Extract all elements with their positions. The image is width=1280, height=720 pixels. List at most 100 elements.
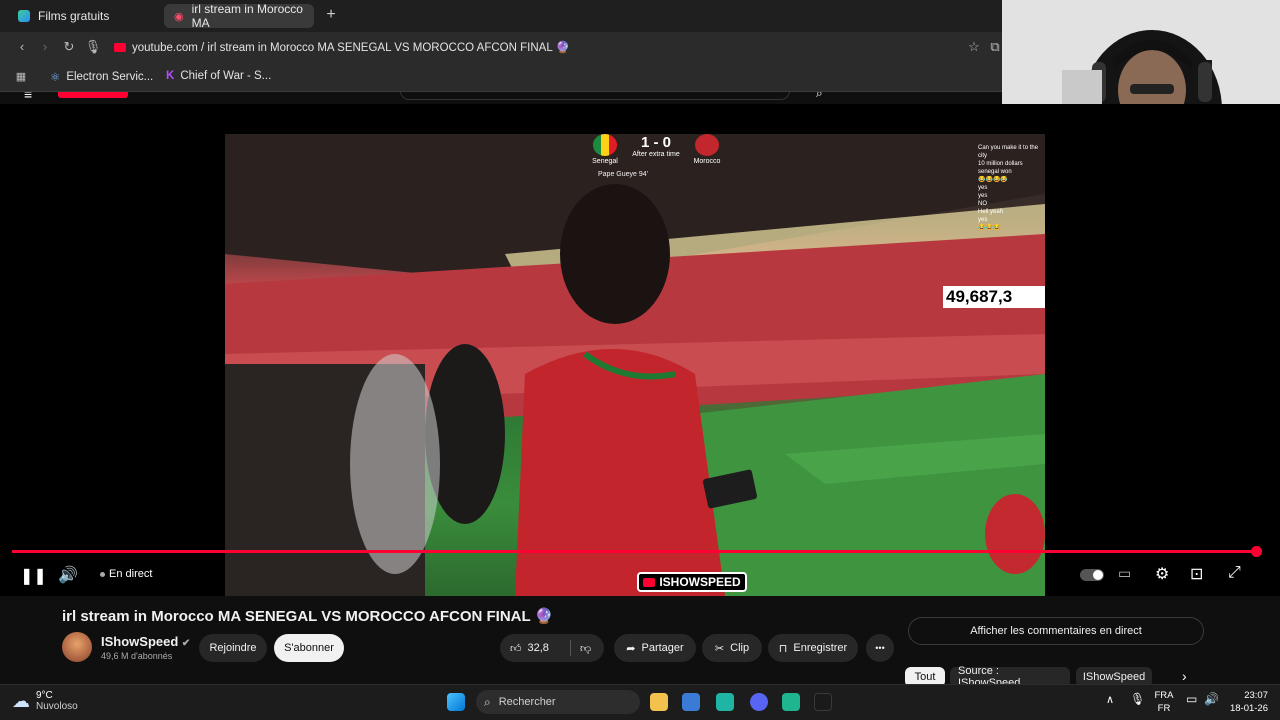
like-count[interactable]: 32,8 — [528, 642, 549, 654]
clock[interactable]: 23:07 18-01-26 — [1226, 689, 1268, 715]
youtube-logo-icon — [643, 577, 656, 587]
discord-icon[interactable] — [750, 693, 768, 711]
autoplay-toggle[interactable] — [1080, 569, 1104, 581]
verified-check-icon: ✔ — [181, 638, 191, 649]
chat-overlay: Can you make it to the city 10 million do… — [936, 144, 1046, 274]
share-label: Partager — [641, 642, 684, 654]
youtube-masthead: ≡ ⌕ — [0, 92, 1002, 104]
bookmark-chief-of-war[interactable]: K Chief of War - S... — [166, 70, 271, 82]
new-tab-button[interactable]: + — [322, 6, 340, 24]
mic-icon[interactable]: 🎙 — [84, 38, 102, 56]
chat-overlay-line: senegal won — [978, 169, 1012, 175]
windows-taskbar — [0, 684, 1280, 720]
tray-chevron-icon[interactable]: ∧ — [1106, 693, 1114, 706]
weather-widget[interactable]: ☁ 9°C Nuvoloso — [12, 690, 78, 712]
search-icon[interactable]: ⌕ — [816, 92, 823, 101]
back-icon[interactable]: ‹ — [13, 38, 31, 56]
miniplayer-icon[interactable]: ⊡ — [1190, 564, 1203, 584]
chat-overlay-line: yes — [978, 217, 988, 223]
video-title: irl stream in Morocco MA SENEGAL VS MORO… — [62, 608, 554, 625]
k-logo-icon: K — [166, 70, 175, 82]
save-button[interactable]: ⊓ Enregistrer — [768, 634, 858, 662]
video-frame[interactable] — [225, 134, 1045, 596]
subscribe-button[interactable]: S'abonner — [274, 634, 344, 662]
toggle-knob-icon — [1093, 570, 1103, 580]
tab-films-gratuits[interactable]: Films gratuits — [8, 4, 160, 28]
chat-overlay-line: NO — [978, 201, 987, 207]
microsoft-store-icon[interactable] — [682, 693, 700, 711]
youtube-logo-icon[interactable] — [58, 92, 128, 98]
volume-tray-icon[interactable]: 🔊 — [1204, 692, 1219, 706]
bookmark-label: Chief of War - S... — [180, 70, 272, 82]
windows-start-icon[interactable] — [447, 693, 465, 711]
search-box[interactable] — [400, 92, 790, 100]
dislike-icon[interactable]: 👎︎ — [580, 642, 591, 655]
watermark-text: ISHOWSPEED — [659, 575, 741, 589]
pause-icon[interactable]: ❚❚ — [20, 566, 47, 586]
tab-youtube-stream[interactable]: ◉ irl stream in Morocco MA — [164, 2, 314, 30]
bookmark-star-icon[interactable]: ☆ — [965, 38, 983, 56]
films-favicon-icon — [18, 10, 30, 22]
file-explorer-icon[interactable] — [650, 693, 668, 711]
share-icon: ➦ — [626, 642, 636, 655]
clip-label: Clip — [730, 642, 750, 654]
like-icon[interactable]: 👍︎ — [510, 642, 522, 655]
tab-label: Films gratuits — [38, 9, 110, 23]
url-text: youtube.com / irl stream in Morocco MA S… — [132, 42, 570, 54]
chat-overlay-line: 10 million dollars — [978, 161, 1023, 167]
youtube-favicon-icon — [114, 42, 126, 52]
apps-grid-icon[interactable]: ▦ — [12, 68, 30, 86]
volume-icon[interactable]: 🔊 — [58, 565, 78, 585]
network-icon[interactable]: ▭ — [1186, 692, 1197, 706]
app-icon[interactable] — [782, 693, 800, 711]
chips-next-icon[interactable]: › — [1182, 668, 1187, 684]
channel-name[interactable]: IShowSpeed ✔ — [101, 634, 190, 649]
clock-date: 18-01-26 — [1229, 703, 1268, 714]
settings-gear-icon[interactable]: ⚙ — [1155, 564, 1169, 584]
live-indicator[interactable]: En direct — [100, 568, 152, 580]
clip-button[interactable]: ✂ Clip — [702, 634, 762, 662]
morocco-flag-icon — [695, 134, 719, 156]
chat-overlay-line: 😂😂😂 — [978, 225, 1001, 231]
chat-overlay-line: 😂😂😂😂 — [978, 177, 1008, 183]
taskbar-search[interactable]: ⌕ Rechercher — [476, 690, 640, 714]
fullscreen-icon[interactable]: ⤢ — [1228, 564, 1241, 582]
mic-tray-icon[interactable]: 🎙 — [1130, 692, 1145, 706]
lang-bottom: FR — [1157, 703, 1171, 714]
chat-overlay-line: Can you make it to the city — [978, 145, 1039, 159]
viewer-count: 49,687,3 — [943, 286, 1045, 308]
progress-bar[interactable] — [12, 550, 1257, 553]
chat-overlay-line: yes — [978, 185, 988, 191]
scissors-icon: ✂ — [714, 642, 725, 655]
share-button[interactable]: ➦ Partager — [614, 634, 696, 662]
clock-time: 23:07 — [1244, 690, 1268, 701]
subtitles-icon[interactable]: ▭ — [1118, 565, 1131, 582]
subscriber-count: 49,6 M d'abonnés — [101, 651, 173, 661]
url-field[interactable]: youtube.com / irl stream in Morocco MA S… — [114, 38, 954, 56]
team-home: Senegal — [590, 134, 620, 165]
divider — [570, 640, 571, 656]
streamer-watermark: ISHOWSPEED — [637, 572, 747, 592]
language-indicator[interactable]: FRA FR — [1154, 689, 1174, 715]
cloud-sun-icon: ☁ — [12, 690, 30, 711]
channel-avatar[interactable] — [62, 632, 92, 662]
join-button[interactable]: Rejoindre — [199, 634, 267, 662]
bookmark-icon: ⊓ — [778, 642, 788, 655]
live-label: En direct — [109, 568, 153, 580]
weather-temp: 9°C — [36, 690, 53, 701]
live-dot-icon — [100, 571, 105, 577]
senegal-flag-icon — [593, 134, 617, 156]
lang-top: FRA — [1154, 690, 1174, 701]
score-status: After extra time — [632, 151, 680, 158]
reload-icon[interactable]: ↻ — [60, 38, 78, 56]
more-actions-button[interactable]: ••• — [866, 634, 894, 662]
search-placeholder: Rechercher — [498, 696, 556, 708]
edge-browser-icon[interactable] — [716, 693, 734, 711]
menu-icon[interactable]: ≡ — [24, 92, 32, 102]
terminal-icon[interactable] — [814, 693, 832, 711]
forward-icon[interactable]: › — [36, 38, 54, 56]
bookmark-electron[interactable]: ⚛ Electron Servic... — [50, 70, 153, 84]
bookmark-label: Electron Servic... — [66, 71, 154, 83]
progress-scrubber[interactable] — [1251, 546, 1262, 557]
show-live-chat-button[interactable]: Afficher les commentaires en direct — [908, 617, 1204, 645]
